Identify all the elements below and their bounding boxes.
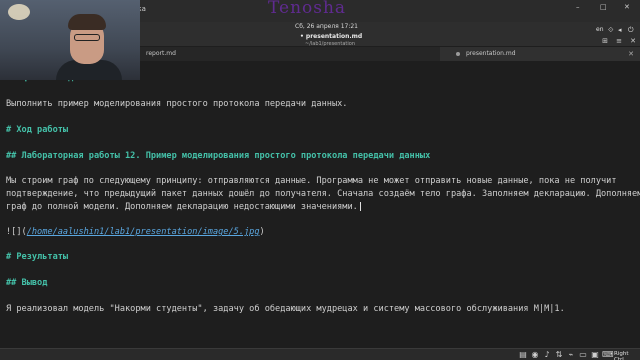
editor-line-link: ![](/home/aalushin1/lab1/presentation/im…	[6, 227, 265, 237]
tab-report[interactable]: report.md	[140, 47, 440, 61]
hard-disk-icon[interactable]: ▤	[518, 350, 528, 360]
webcam-person-hair	[68, 14, 106, 30]
volume-icon[interactable]: ◂	[618, 26, 622, 34]
webcam-overlay	[0, 0, 140, 80]
header-close-icon[interactable]: ✕	[628, 37, 638, 46]
audio-icon[interactable]: ♪	[542, 350, 552, 360]
webcam-person-glasses	[74, 34, 100, 41]
tab-close-icon[interactable]: ✕	[628, 47, 634, 61]
editor-line: ## Вывод	[6, 278, 48, 288]
editor-line: # Результаты	[6, 252, 69, 262]
editor-line: Выполнить пример моделирования простого …	[6, 99, 348, 109]
keyboard-capture-icon[interactable]: ⌨	[602, 350, 614, 360]
document-title: • presentation.md	[300, 33, 363, 40]
shared-folder-icon[interactable]: ▭	[578, 350, 588, 360]
line-text: граф до полной модели. Дополняем деклара…	[6, 202, 358, 212]
network-icon[interactable]: ⟐	[608, 26, 614, 35]
vm-status-bar: ▤ ◉ ♪ ⇅ ⌁ ▭ ▣ ⌨	[0, 348, 640, 360]
maximize-icon[interactable]: □	[600, 3, 607, 11]
language-indicator[interactable]: en	[596, 26, 604, 33]
network-adapter-icon[interactable]: ⇅	[554, 350, 564, 360]
editor-line: подтверждение, что предыдущий пакет данн…	[6, 189, 640, 199]
power-icon[interactable]: ⏻	[628, 26, 634, 35]
editor-line: # Ход работы	[6, 125, 69, 135]
webcam-lamp	[8, 4, 30, 20]
tab-label: presentation.md	[466, 50, 516, 57]
image-link[interactable]: /home/aalushin1/lab1/presentation/image/…	[27, 227, 260, 237]
text-cursor	[359, 202, 361, 211]
editor-line: граф до полной модели. Дополняем деклара…	[6, 202, 361, 212]
display-icon[interactable]: ▣	[590, 350, 600, 360]
editor-line: ## Лабораторная работы 12. Пример модели…	[6, 151, 431, 161]
tab-presentation[interactable]: presentation.md ✕	[440, 47, 640, 61]
editor-line: Я реализовал модель "Накорми студенты", …	[6, 304, 565, 314]
new-tab-icon[interactable]: ⊞	[600, 37, 610, 46]
modified-dot-icon	[456, 52, 460, 56]
optical-drive-icon[interactable]: ◉	[530, 350, 540, 360]
close-icon[interactable]: ✕	[624, 3, 630, 11]
text-editor[interactable]: ## Цели и задачи Выполнить пример модели…	[0, 62, 640, 348]
minimize-icon[interactable]: –	[576, 3, 580, 11]
watermark-logo: Tenosha	[268, 0, 347, 18]
host-key-label: Right Ctrl	[614, 351, 629, 360]
link-suffix: )	[259, 227, 265, 237]
tab-label: report.md	[146, 50, 176, 57]
editor-line: Мы строим граф по следующему принципу: о…	[6, 176, 617, 186]
link-prefix: ![](	[6, 227, 27, 237]
usb-icon[interactable]: ⌁	[566, 350, 576, 360]
menu-icon[interactable]: ≡	[614, 37, 624, 46]
clock[interactable]: Сб, 26 апреля 17:21	[295, 23, 358, 30]
